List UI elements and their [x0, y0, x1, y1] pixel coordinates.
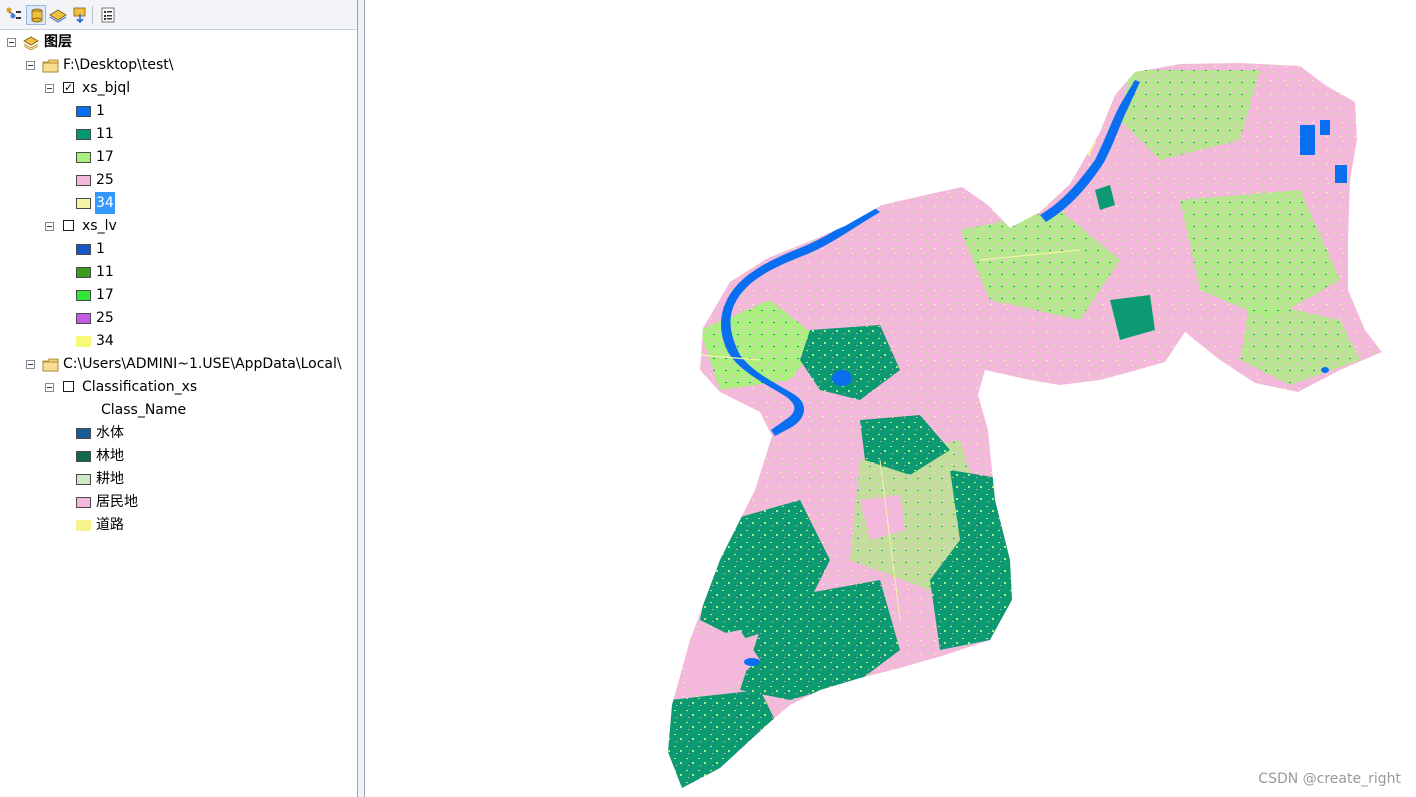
legend-label: 17 [96, 287, 114, 303]
layer-label: xs_lv [82, 218, 117, 234]
legend-label: 林地 [96, 448, 124, 464]
legend-swatch [76, 244, 91, 255]
collapse-icon[interactable] [45, 222, 54, 231]
legend-label: 居民地 [96, 494, 138, 510]
options-icon[interactable] [98, 5, 118, 25]
toc-layer-xs-bjql[interactable]: ✓ xs_bjql [0, 77, 357, 99]
layer-visibility-checkbox[interactable] [63, 220, 74, 231]
legend-swatch [76, 428, 91, 439]
legend-label: 34 [96, 333, 114, 349]
legend-label: 道路 [96, 517, 124, 533]
toc-layer-xs-lv[interactable]: xs_lv [0, 215, 357, 237]
layer-label: xs_bjql [82, 80, 131, 96]
collapse-icon[interactable] [26, 360, 35, 369]
layer-label: Classification_xs [82, 379, 198, 395]
legend-label: 17 [96, 149, 114, 165]
list-by-source-icon[interactable] [26, 5, 46, 25]
toc-folder-appdata-local[interactable]: C:\Users\ADMINI~1.USE\AppData\Local\ [0, 353, 357, 375]
collapse-icon[interactable] [45, 383, 54, 392]
land-use-map[interactable] [365, 0, 1416, 797]
legend-label: 11 [96, 126, 114, 142]
legend-swatch [76, 175, 91, 186]
legend-label: 耕地 [96, 471, 124, 487]
toc-layer-classification-xs[interactable]: Classification_xs [0, 376, 357, 398]
legend-label: 25 [96, 172, 114, 188]
folder-icon [42, 357, 59, 375]
folder-label: F:\Desktop\test\ [63, 57, 174, 73]
list-by-selection-icon[interactable] [70, 5, 90, 25]
legend-swatch [76, 474, 91, 485]
legend-swatch [76, 129, 91, 140]
toc-root-layers[interactable]: 图层 [0, 31, 357, 53]
legend-swatch [76, 152, 91, 163]
legend-swatch [76, 336, 91, 347]
watermark-text: CSDN @create_right [1258, 771, 1401, 787]
collapse-icon[interactable] [26, 61, 35, 70]
collapse-icon[interactable] [7, 38, 16, 47]
legend-label-selected[interactable]: 34 [95, 192, 115, 214]
root-label: 图层 [44, 34, 72, 50]
folder-label: C:\Users\ADMINI~1.USE\AppData\Local\ [63, 356, 342, 372]
legend-swatch [76, 290, 91, 301]
legend-swatch [76, 313, 91, 324]
legend-label: 25 [96, 310, 114, 326]
panel-splitter[interactable] [357, 0, 365, 797]
toolbar-separator [92, 6, 93, 24]
collapse-icon[interactable] [45, 84, 54, 93]
list-by-drawing-order-icon[interactable] [4, 5, 24, 25]
layer-visibility-checkbox[interactable]: ✓ [63, 82, 74, 93]
legend-label: 1 [96, 103, 105, 119]
legend-label: 11 [96, 264, 114, 280]
layer-visibility-checkbox[interactable] [63, 381, 74, 392]
legend-swatch [76, 520, 91, 531]
legend-swatch [76, 497, 91, 508]
field-name-label: Class_Name [101, 402, 187, 418]
list-by-visibility-icon[interactable] [48, 5, 68, 25]
legend-swatch [76, 267, 91, 278]
table-of-contents-panel: 图层 F:\Desktop\test\ ✓ xs_bjql 1 11 17 25… [0, 0, 357, 797]
map-view[interactable] [365, 0, 1416, 797]
legend-label: 1 [96, 241, 105, 257]
legend-swatch [76, 198, 91, 209]
toc-folder-desktop-test[interactable]: F:\Desktop\test\ [0, 54, 357, 76]
legend-label: 水体 [96, 425, 124, 441]
legend-swatch [76, 106, 91, 117]
legend-swatch [76, 451, 91, 462]
classified-raster [668, 63, 1382, 788]
toc-toolbar [0, 0, 357, 30]
